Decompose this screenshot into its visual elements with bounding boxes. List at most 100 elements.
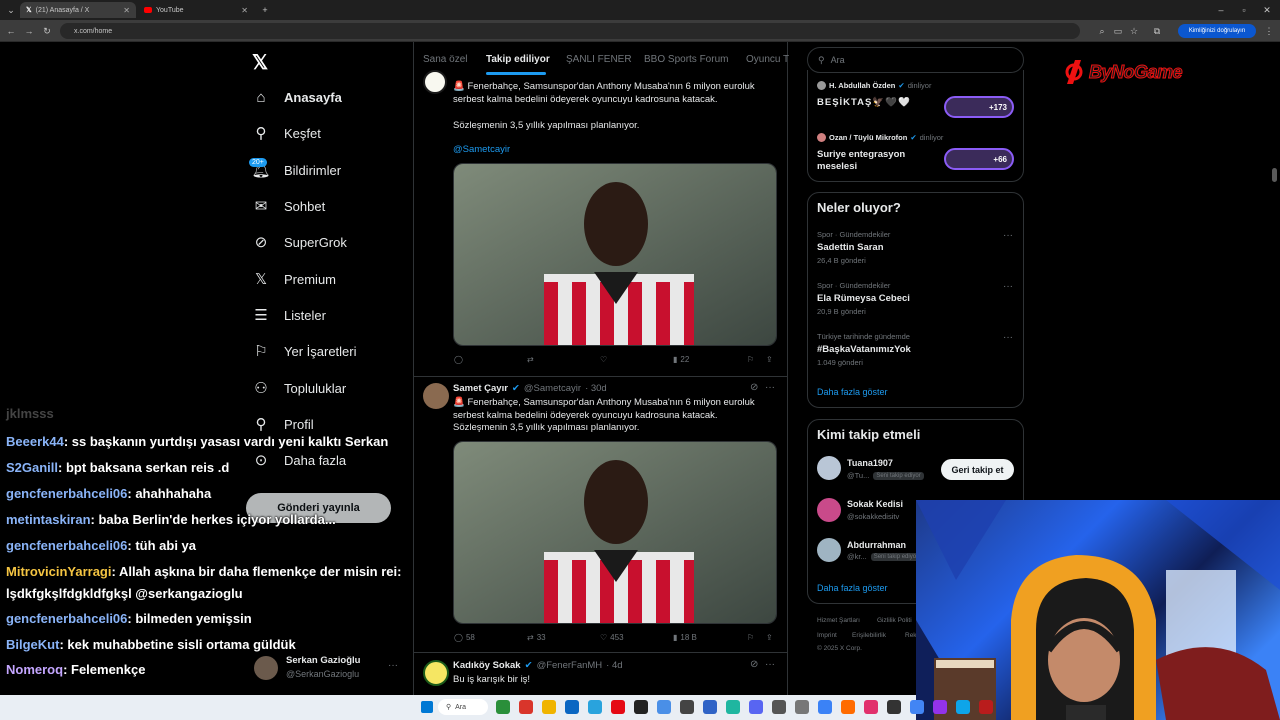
taskbar-search[interactable]: ⚲ Ara	[438, 699, 488, 715]
taskbar-app-icon[interactable]	[611, 700, 625, 714]
tab-youtube[interactable]: YouTube ✕	[138, 2, 254, 18]
avatar[interactable]	[817, 538, 841, 562]
reply-button[interactable]: ◯ 58	[454, 633, 475, 642]
taskbar-app-icon[interactable]	[841, 700, 855, 714]
taskbar-app-icon[interactable]	[910, 700, 924, 714]
suggestion-name[interactable]: Sokak Kedisi	[847, 499, 903, 509]
scrollbar-thumb[interactable]	[1272, 168, 1277, 182]
author-name[interactable]: Kadıköy Sokak	[453, 660, 521, 671]
author-name[interactable]: Samet Çayır	[453, 383, 508, 394]
space-listeners-pill[interactable]: +66	[944, 148, 1014, 170]
tweet-image[interactable]	[453, 163, 777, 346]
taskbar-app-icon[interactable]	[979, 700, 993, 714]
extensions-icon[interactable]: ⧉	[1150, 24, 1164, 38]
nav-communities[interactable]: ⚇ Topluluklar	[252, 379, 346, 397]
bookmark-button[interactable]: ⚐	[747, 355, 754, 364]
space-title[interactable]: BEŞİKTAŞ🦅🖤🤍	[817, 97, 911, 108]
tweet-mention[interactable]: @Sametcayir	[453, 143, 510, 156]
taskbar-app-icon[interactable]	[588, 700, 602, 714]
trend-name[interactable]: #BaşkaVatanımızYok	[817, 344, 911, 355]
nav-profile[interactable]: ⚲ Profil	[252, 415, 314, 433]
more-icon[interactable]: ···	[765, 382, 775, 393]
footer-link[interactable]: Imprint	[817, 632, 837, 639]
nav-explore[interactable]: ⚲ Keşfet	[252, 124, 321, 142]
cast-icon[interactable]: ▭	[1111, 24, 1125, 38]
more-icon[interactable]: ···	[765, 659, 775, 670]
windows-start-icon[interactable]	[421, 701, 433, 713]
views-button[interactable]: ▮ 18 B	[673, 633, 697, 642]
footer-link[interactable]: Rek	[905, 632, 917, 639]
taskbar-app-icon[interactable]	[726, 700, 740, 714]
nav-supergrok[interactable]: ⊘ SuperGrok	[252, 233, 347, 251]
taskbar-app-icon[interactable]	[749, 700, 763, 714]
chat-username[interactable]: metintaskiran	[6, 512, 91, 527]
show-more-link[interactable]: Daha fazla göster	[817, 387, 888, 397]
more-icon[interactable]: ···	[1003, 230, 1013, 241]
taskbar-app-icon[interactable]	[956, 700, 970, 714]
taskbar-app-icon[interactable]	[795, 700, 809, 714]
address-bar[interactable]: x.com/home	[60, 23, 1080, 39]
avatar[interactable]	[817, 456, 841, 480]
chat-username[interactable]: gencfenerbahceli06	[6, 486, 127, 501]
chat-username[interactable]: Nomeroq	[6, 662, 63, 677]
zoom-icon[interactable]: ⌕	[1095, 24, 1109, 38]
avatar[interactable]	[817, 498, 841, 522]
tab-for-you[interactable]: Sana özel	[423, 54, 467, 65]
close-tab-icon[interactable]: ✕	[123, 6, 130, 15]
account-more-icon[interactable]: ···	[388, 660, 398, 671]
nav-lists[interactable]: ☰ Listeler	[252, 306, 326, 324]
grok-icon[interactable]: ⊘	[750, 382, 758, 393]
taskbar-app-icon[interactable]	[519, 700, 533, 714]
chat-username[interactable]: BilgeKut	[6, 637, 59, 652]
trend-name[interactable]: Sadettin Saran	[817, 242, 884, 253]
trend-name[interactable]: Ela Rümeysa Cebeci	[817, 293, 910, 304]
suggestion-name[interactable]: Abdurrahman	[847, 540, 906, 550]
tab-search-icon[interactable]: ⌄	[4, 3, 18, 17]
avatar[interactable]	[254, 656, 278, 680]
footer-link[interactable]: Hizmet Şartları	[817, 617, 860, 624]
taskbar-app-icon[interactable]	[864, 700, 878, 714]
nav-home[interactable]: ⌂ Anasayfa	[252, 88, 341, 106]
retweet-button[interactable]: ⇄ 33	[527, 633, 546, 642]
tab-x-home[interactable]: 𝕏 (21) Anasayfa / X ✕	[20, 2, 136, 18]
taskbar-app-icon[interactable]	[565, 700, 579, 714]
suggestion-name[interactable]: Tuana1907	[847, 458, 893, 468]
chat-username[interactable]: gencfenerbahceli06	[6, 611, 127, 626]
more-icon[interactable]: ···	[1003, 281, 1013, 292]
avatar[interactable]	[423, 383, 449, 409]
reload-icon[interactable]: ↻	[40, 24, 54, 38]
taskbar-app-icon[interactable]	[634, 700, 648, 714]
footer-link[interactable]: Erişilebilirlik	[852, 632, 886, 639]
back-icon[interactable]: ←	[4, 24, 18, 38]
x-logo-icon[interactable]: 𝕏	[252, 50, 268, 75]
grok-icon[interactable]: ⊘	[750, 659, 758, 670]
chat-username[interactable]: Beeerk44	[6, 434, 64, 449]
nav-bookmarks[interactable]: ⚐ Yer İşaretleri	[252, 342, 356, 360]
reply-button[interactable]: ◯	[454, 355, 463, 364]
space-title[interactable]: Suriye entegrasyon meselesi	[817, 149, 927, 173]
tab-oyuncu[interactable]: Oyuncu T	[746, 54, 789, 65]
forward-icon[interactable]: →	[22, 24, 36, 38]
share-button[interactable]: ⇪	[766, 633, 773, 642]
like-button[interactable]: ♡ 453	[600, 633, 624, 642]
taskbar-app-icon[interactable]	[703, 700, 717, 714]
views-button[interactable]: ▮ 22	[673, 355, 689, 364]
show-more-link[interactable]: Daha fazla göster	[817, 583, 888, 593]
taskbar-app-icon[interactable]	[542, 700, 556, 714]
chat-username[interactable]: gencfenerbahceli06	[6, 538, 127, 553]
nav-messages[interactable]: ✉ Sohbet	[252, 197, 326, 215]
tab-bbo-sports[interactable]: BBO Sports Forum	[644, 54, 728, 65]
avatar[interactable]	[423, 70, 447, 94]
tweet-image[interactable]	[453, 441, 777, 624]
chat-username[interactable]: jklmsss	[6, 406, 54, 421]
nav-more[interactable]: ⊙ Daha fazla	[252, 451, 346, 469]
maximize-icon[interactable]: ▫	[1237, 3, 1251, 17]
menu-icon[interactable]: ⋮	[1262, 24, 1276, 38]
taskbar-app-icon[interactable]	[818, 700, 832, 714]
follow-back-button[interactable]: Geri takip et	[941, 459, 1014, 480]
like-button[interactable]: ♡	[600, 355, 607, 364]
taskbar-app-icon[interactable]	[680, 700, 694, 714]
tab-sanli-fener[interactable]: ŞANLI FENER	[566, 54, 632, 65]
taskbar-app-icon[interactable]	[933, 700, 947, 714]
bookmark-button[interactable]: ⚐	[747, 633, 754, 642]
